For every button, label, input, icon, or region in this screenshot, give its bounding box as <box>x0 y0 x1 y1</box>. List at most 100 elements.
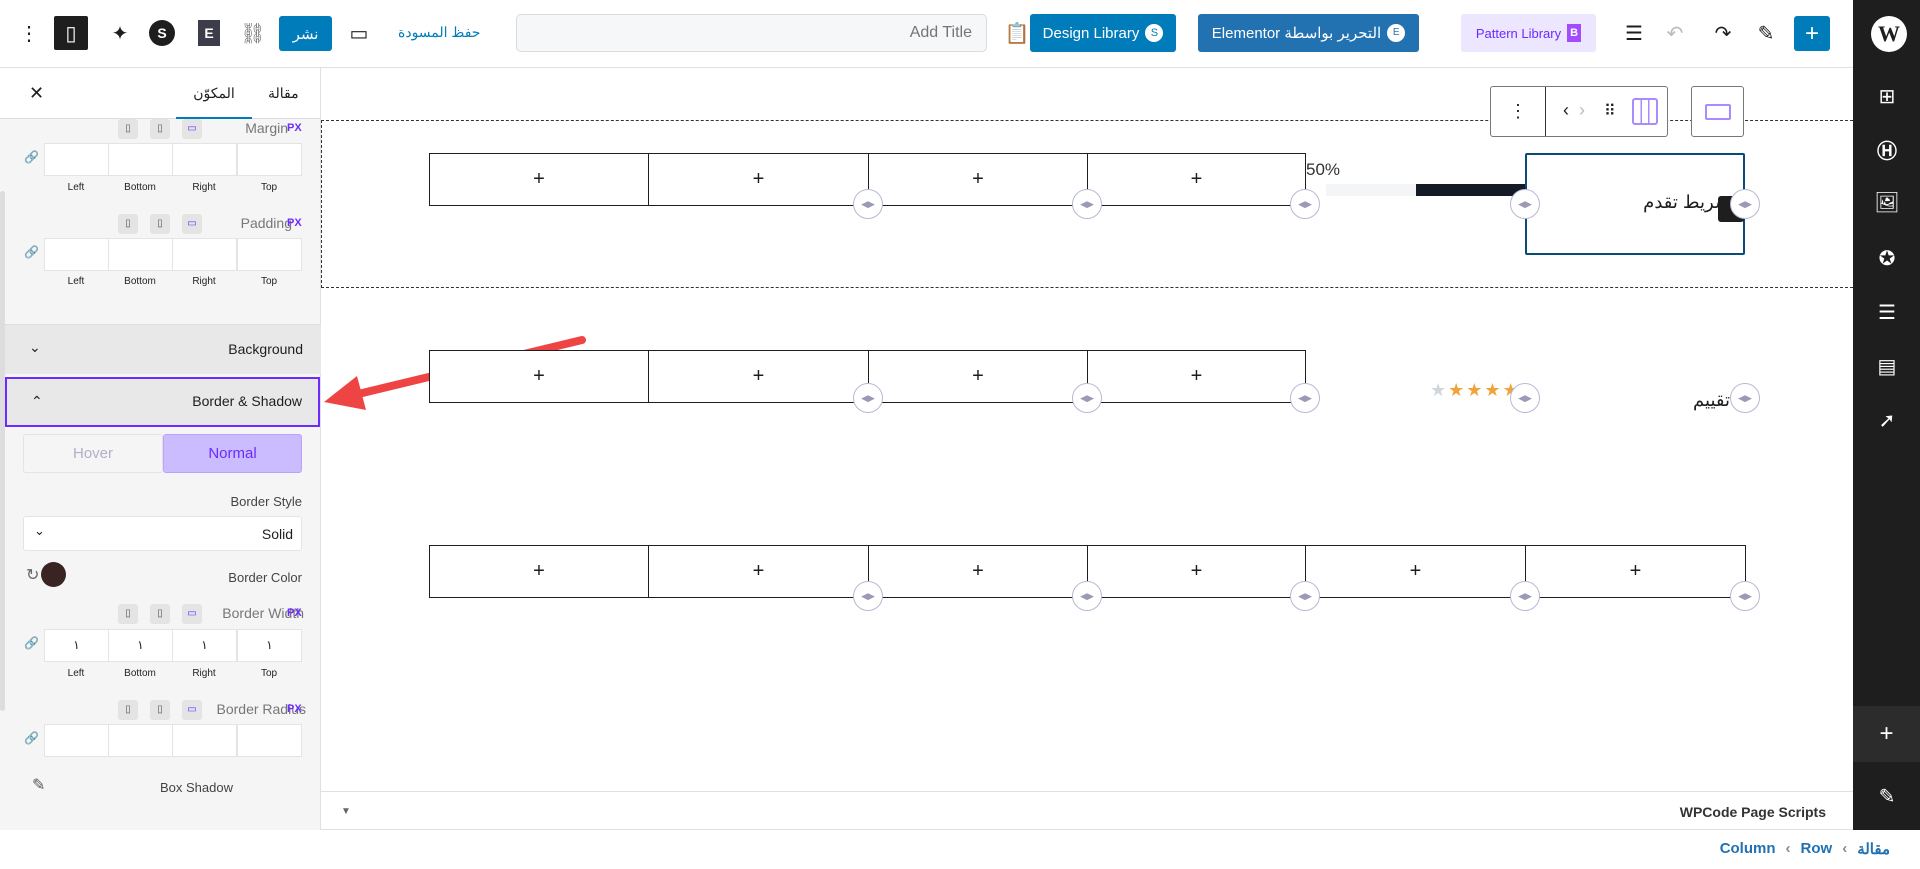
tab-block[interactable]: المكوّن <box>176 68 252 119</box>
column-resize-handle-icon[interactable]: ◀▶ <box>1730 383 1760 413</box>
border_width-field[interactable]: ١ <box>108 629 173 662</box>
border_radius-unit[interactable]: PX <box>287 703 302 715</box>
column-resize-handle-icon[interactable]: ◀▶ <box>1290 383 1320 413</box>
redo-icon[interactable]: ↷ <box>1706 16 1740 50</box>
pattern-library-button[interactable]: Pattern Library B <box>1461 14 1596 52</box>
mobile-device-icon[interactable]: ▯ <box>118 700 138 720</box>
column-resize-handle-icon[interactable]: ◀▶ <box>1730 581 1760 611</box>
column-resize-handle-icon[interactable]: ◀▶ <box>1510 189 1540 219</box>
columns-icon[interactable] <box>1632 98 1658 125</box>
border_width-unit[interactable]: PX <box>287 607 302 619</box>
border-color-swatch[interactable] <box>41 562 66 587</box>
desktop-device-icon[interactable]: ▭ <box>182 119 202 139</box>
column-resize-handle-icon[interactable]: ◀▶ <box>853 581 883 611</box>
background-section-toggle[interactable]: ⌄ Background <box>5 324 321 374</box>
empty-column-add-block[interactable]: + <box>868 350 1088 403</box>
border_width-field[interactable]: ١ <box>237 629 302 662</box>
close-icon[interactable]: ✕ <box>29 83 44 104</box>
empty-column-add-block[interactable]: + <box>648 153 869 206</box>
margin-field[interactable] <box>172 143 237 176</box>
link-values-icon[interactable]: 🔗 <box>24 150 39 164</box>
link-values-icon[interactable]: 🔗 <box>24 636 39 650</box>
border_radius-field[interactable] <box>108 724 173 757</box>
column-resize-handle-icon[interactable]: ◀▶ <box>1510 581 1540 611</box>
empty-column-add-block[interactable]: + <box>429 153 649 206</box>
more-options-icon[interactable]: ⋮ <box>1491 87 1546 136</box>
mobile-device-icon[interactable]: ▯ <box>118 604 138 624</box>
undo-icon[interactable]: ↶ <box>1658 16 1692 50</box>
column-resize-handle-icon[interactable]: ◀▶ <box>1072 581 1102 611</box>
column-resize-handle-icon[interactable]: ◀▶ <box>1510 383 1540 413</box>
empty-column-add-block[interactable]: + <box>1087 350 1306 403</box>
padding-field[interactable] <box>172 238 237 271</box>
layout-icon[interactable]: ⊞ <box>1871 80 1903 112</box>
desktop-device-icon[interactable]: ▭ <box>182 700 202 720</box>
border_width-field[interactable]: ١ <box>44 629 109 662</box>
column-resize-handle-icon[interactable]: ◀▶ <box>1290 189 1320 219</box>
empty-column-add-block[interactable]: + <box>648 545 869 598</box>
click-pointer-icon[interactable]: ➚ <box>1871 404 1903 436</box>
empty-column-add-block[interactable]: + <box>429 350 649 403</box>
desktop-device-icon[interactable]: ▭ <box>182 214 202 234</box>
column-resize-handle-icon[interactable]: ◀▶ <box>1290 581 1320 611</box>
tablet-device-icon[interactable]: ▯ <box>150 604 170 624</box>
publish-button[interactable]: نشر <box>279 16 332 51</box>
ai-sparkle-icon[interactable]: ✦ <box>103 16 137 50</box>
edit-pen-icon[interactable]: ✎ <box>1749 16 1783 50</box>
border_radius-field[interactable] <box>237 724 302 757</box>
sidebar-toggle-icon[interactable]: ▯ <box>54 16 88 50</box>
block-plugin-icon[interactable]: E <box>198 20 220 46</box>
mobile-device-icon[interactable]: ▯ <box>118 119 138 139</box>
border-style-select[interactable]: ⌄ Solid <box>23 516 302 551</box>
select-parent-button[interactable] <box>1691 86 1744 137</box>
save-draft-button[interactable]: حفظ المسودة <box>398 24 480 41</box>
text-editor-icon[interactable]: ▤ <box>1871 350 1903 382</box>
column-resize-handle-icon[interactable]: ◀▶ <box>853 383 883 413</box>
icon-star-circle-icon[interactable]: ✪ <box>1871 242 1903 274</box>
link-values-icon[interactable]: 🔗 <box>24 731 39 745</box>
tablet-device-icon[interactable]: ▯ <box>150 214 170 234</box>
tablet-device-icon[interactable]: ▯ <box>150 700 170 720</box>
tab-post[interactable]: مقالة <box>268 85 299 102</box>
container-icon[interactable]: ☰ <box>1871 296 1903 328</box>
title-input[interactable] <box>516 14 987 52</box>
empty-column-add-block[interactable]: + <box>429 545 649 598</box>
column-resize-handle-icon[interactable]: ◀▶ <box>1072 189 1102 219</box>
padding-unit[interactable]: PX <box>287 217 302 229</box>
column-resize-handle-icon[interactable]: ◀▶ <box>1730 189 1760 219</box>
empty-column-add-block[interactable]: + <box>1087 545 1306 598</box>
empty-column-add-block[interactable]: + <box>868 153 1088 206</box>
plugin-link-icon[interactable]: ⛓ <box>236 16 270 50</box>
border_width-field[interactable]: ١ <box>172 629 237 662</box>
border_radius-field[interactable] <box>172 724 237 757</box>
more-options-icon[interactable]: ⋮ <box>12 16 46 50</box>
spectra-icon[interactable]: S <box>149 20 175 46</box>
empty-column-add-block[interactable]: + <box>648 350 869 403</box>
move-right-icon[interactable]: › <box>1579 100 1585 121</box>
edit-with-elementor-button[interactable]: Elementor التحرير بواسطة E <box>1198 14 1419 52</box>
edit-shadow-icon[interactable]: ✎ <box>32 775 45 795</box>
document-overview-icon[interactable]: ☰ <box>1617 16 1651 50</box>
margin-field[interactable] <box>44 143 109 176</box>
reset-color-icon[interactable]: ↻ <box>26 565 39 585</box>
column-resize-handle-icon[interactable]: ◀▶ <box>853 189 883 219</box>
tablet-device-icon[interactable]: ▯ <box>150 119 170 139</box>
hover-state-tab[interactable]: Hover <box>23 434 163 473</box>
panel-scrollbar[interactable] <box>0 191 5 711</box>
empty-column-add-block[interactable]: + <box>868 545 1088 598</box>
edit-pencil-icon[interactable]: ✎ <box>1871 780 1903 812</box>
wordpress-logo-icon[interactable]: W <box>1871 16 1907 52</box>
padding-field[interactable] <box>44 238 109 271</box>
wpcode-page-scripts-title[interactable]: WPCode Page Scripts <box>1680 804 1826 820</box>
design-library-button[interactable]: Design Library S <box>1030 14 1176 52</box>
mobile-device-icon[interactable]: ▯ <box>118 214 138 234</box>
clipboard-icon[interactable]: 📋 <box>1000 16 1034 50</box>
drag-handle-icon[interactable]: ⠿ <box>1604 101 1616 121</box>
border_radius-field[interactable] <box>44 724 109 757</box>
normal-state-tab[interactable]: Normal <box>163 434 302 473</box>
empty-column-add-block[interactable]: + <box>1525 545 1746 598</box>
block-inserter-button[interactable]: + <box>1794 16 1830 51</box>
heading-icon[interactable]: Ⓗ <box>1871 133 1903 165</box>
padding-field[interactable] <box>237 238 302 271</box>
column-resize-handle-icon[interactable]: ◀▶ <box>1072 383 1102 413</box>
